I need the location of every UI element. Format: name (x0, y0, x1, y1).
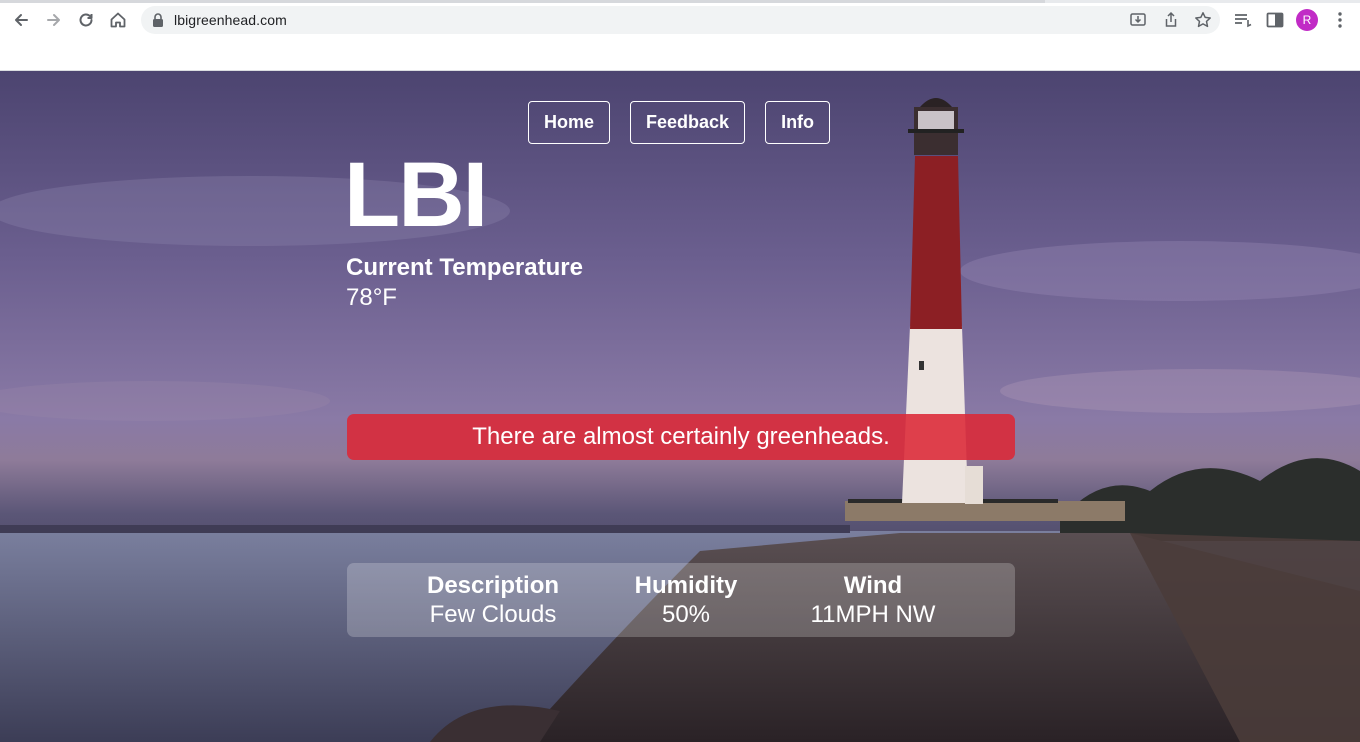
nav-feedback-link[interactable]: Feedback (630, 101, 746, 144)
star-icon[interactable] (1194, 11, 1212, 29)
lighthouse-background (0, 98, 1360, 742)
description-label: Description (426, 572, 560, 599)
install-icon[interactable] (1129, 11, 1147, 29)
humidity-value: 50% (661, 601, 711, 628)
share-icon[interactable] (1162, 11, 1180, 29)
address-bar[interactable]: lbigreenhead.com (141, 6, 1220, 34)
site-nav: Home Feedback Info (528, 101, 831, 144)
lock-icon (153, 13, 163, 27)
current-temperature-label: Current Temperature (346, 254, 583, 281)
bookmark-strip (0, 40, 1360, 71)
wind-value: 11MPH NW (810, 601, 936, 628)
home-icon (110, 12, 126, 28)
humidity-label: Humidity (634, 572, 738, 599)
location-title: LBI (344, 144, 488, 246)
url-text[interactable]: lbigreenhead.com (174, 12, 287, 28)
wind-label: Wind (843, 572, 903, 599)
side-panel-icon[interactable] (1265, 10, 1285, 30)
reload-button[interactable] (74, 8, 98, 32)
back-icon (15, 14, 28, 26)
reading-list-icon[interactable] (1233, 10, 1253, 30)
description-value: Few Clouds (429, 601, 557, 628)
tab-strip-edge (0, 0, 1360, 3)
greenhead-alert-text: There are almost certainly greenheads. (472, 423, 890, 450)
home-button[interactable] (106, 8, 130, 32)
nav-home-link[interactable]: Home (528, 101, 611, 144)
conditions-panel: Description Few Clouds Humidity 50% Wind… (347, 563, 1015, 637)
humidity-stat: Humidity 50% (616, 572, 756, 630)
forward-button[interactable] (42, 8, 66, 32)
page-viewport: Home Feedback Info LBI Current Temperatu… (0, 71, 1360, 742)
menu-icon[interactable] (1330, 10, 1350, 30)
current-temperature-value: 78°F (346, 284, 397, 311)
browser-toolbar: lbigreenhead.com R (0, 0, 1360, 40)
wind-stat: Wind 11MPH NW (793, 572, 953, 630)
profile-avatar[interactable]: R (1296, 9, 1318, 31)
greenhead-alert-banner: There are almost certainly greenheads. (347, 414, 1015, 460)
nav-info-link[interactable]: Info (765, 101, 831, 144)
forward-icon (47, 14, 60, 26)
tab-strip-active (0, 0, 1045, 3)
back-button[interactable] (9, 8, 33, 32)
reload-icon (79, 13, 93, 27)
description-stat: Description Few Clouds (413, 572, 573, 630)
